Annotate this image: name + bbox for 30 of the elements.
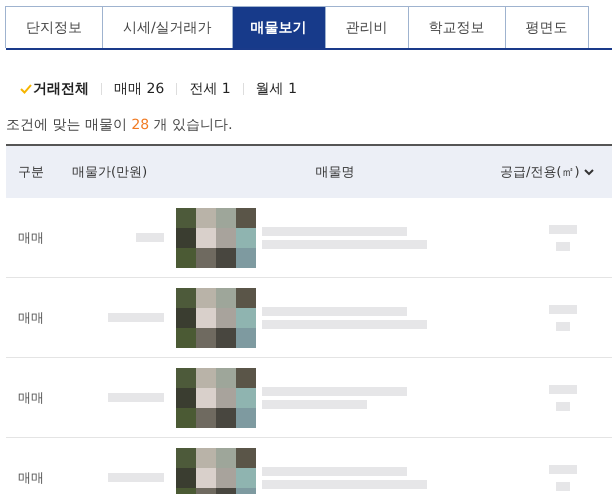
table-cell-text: 매매 (17, 470, 45, 486)
sort-column-header[interactable]: 공급/전용(㎡) (500, 163, 612, 181)
table-cell-text: 매매 (17, 230, 45, 246)
blurred-area (549, 384, 577, 394)
tab[interactable]: 단지정보 (5, 6, 103, 48)
blurred-area (556, 322, 570, 330)
table-cell-text: 매매 (17, 390, 45, 406)
blurred-area (549, 304, 577, 314)
column-header: 구분 (17, 164, 45, 181)
blurred-area (556, 242, 570, 250)
filter-option[interactable]: 거래전체 (8, 80, 101, 98)
table-cell-text: 매매 (17, 310, 45, 326)
blurred-price (108, 393, 164, 402)
blurred-area (556, 402, 570, 410)
check-icon (20, 84, 32, 94)
tab[interactable]: 매물보기 (232, 6, 326, 48)
column-header: 매물명 (314, 164, 356, 181)
filter-option[interactable]: 전세 1 (177, 80, 243, 98)
blurred-price (136, 233, 164, 242)
column-header: 매물가(만원) (71, 164, 148, 181)
blurred-price (108, 313, 164, 322)
filter-option[interactable]: 월세 1 (244, 80, 309, 98)
filter-option[interactable]: 매매 26 (102, 80, 176, 98)
chevron-down-icon (584, 168, 594, 176)
blurred-price (108, 473, 164, 482)
blurred-area (549, 464, 577, 474)
blurred-area (556, 482, 570, 490)
tab[interactable]: 평면도 (504, 6, 589, 48)
result-count-text: 조건에 맞는 매물이 28 개 있습니다. (6, 116, 234, 134)
blurred-area (549, 224, 577, 234)
